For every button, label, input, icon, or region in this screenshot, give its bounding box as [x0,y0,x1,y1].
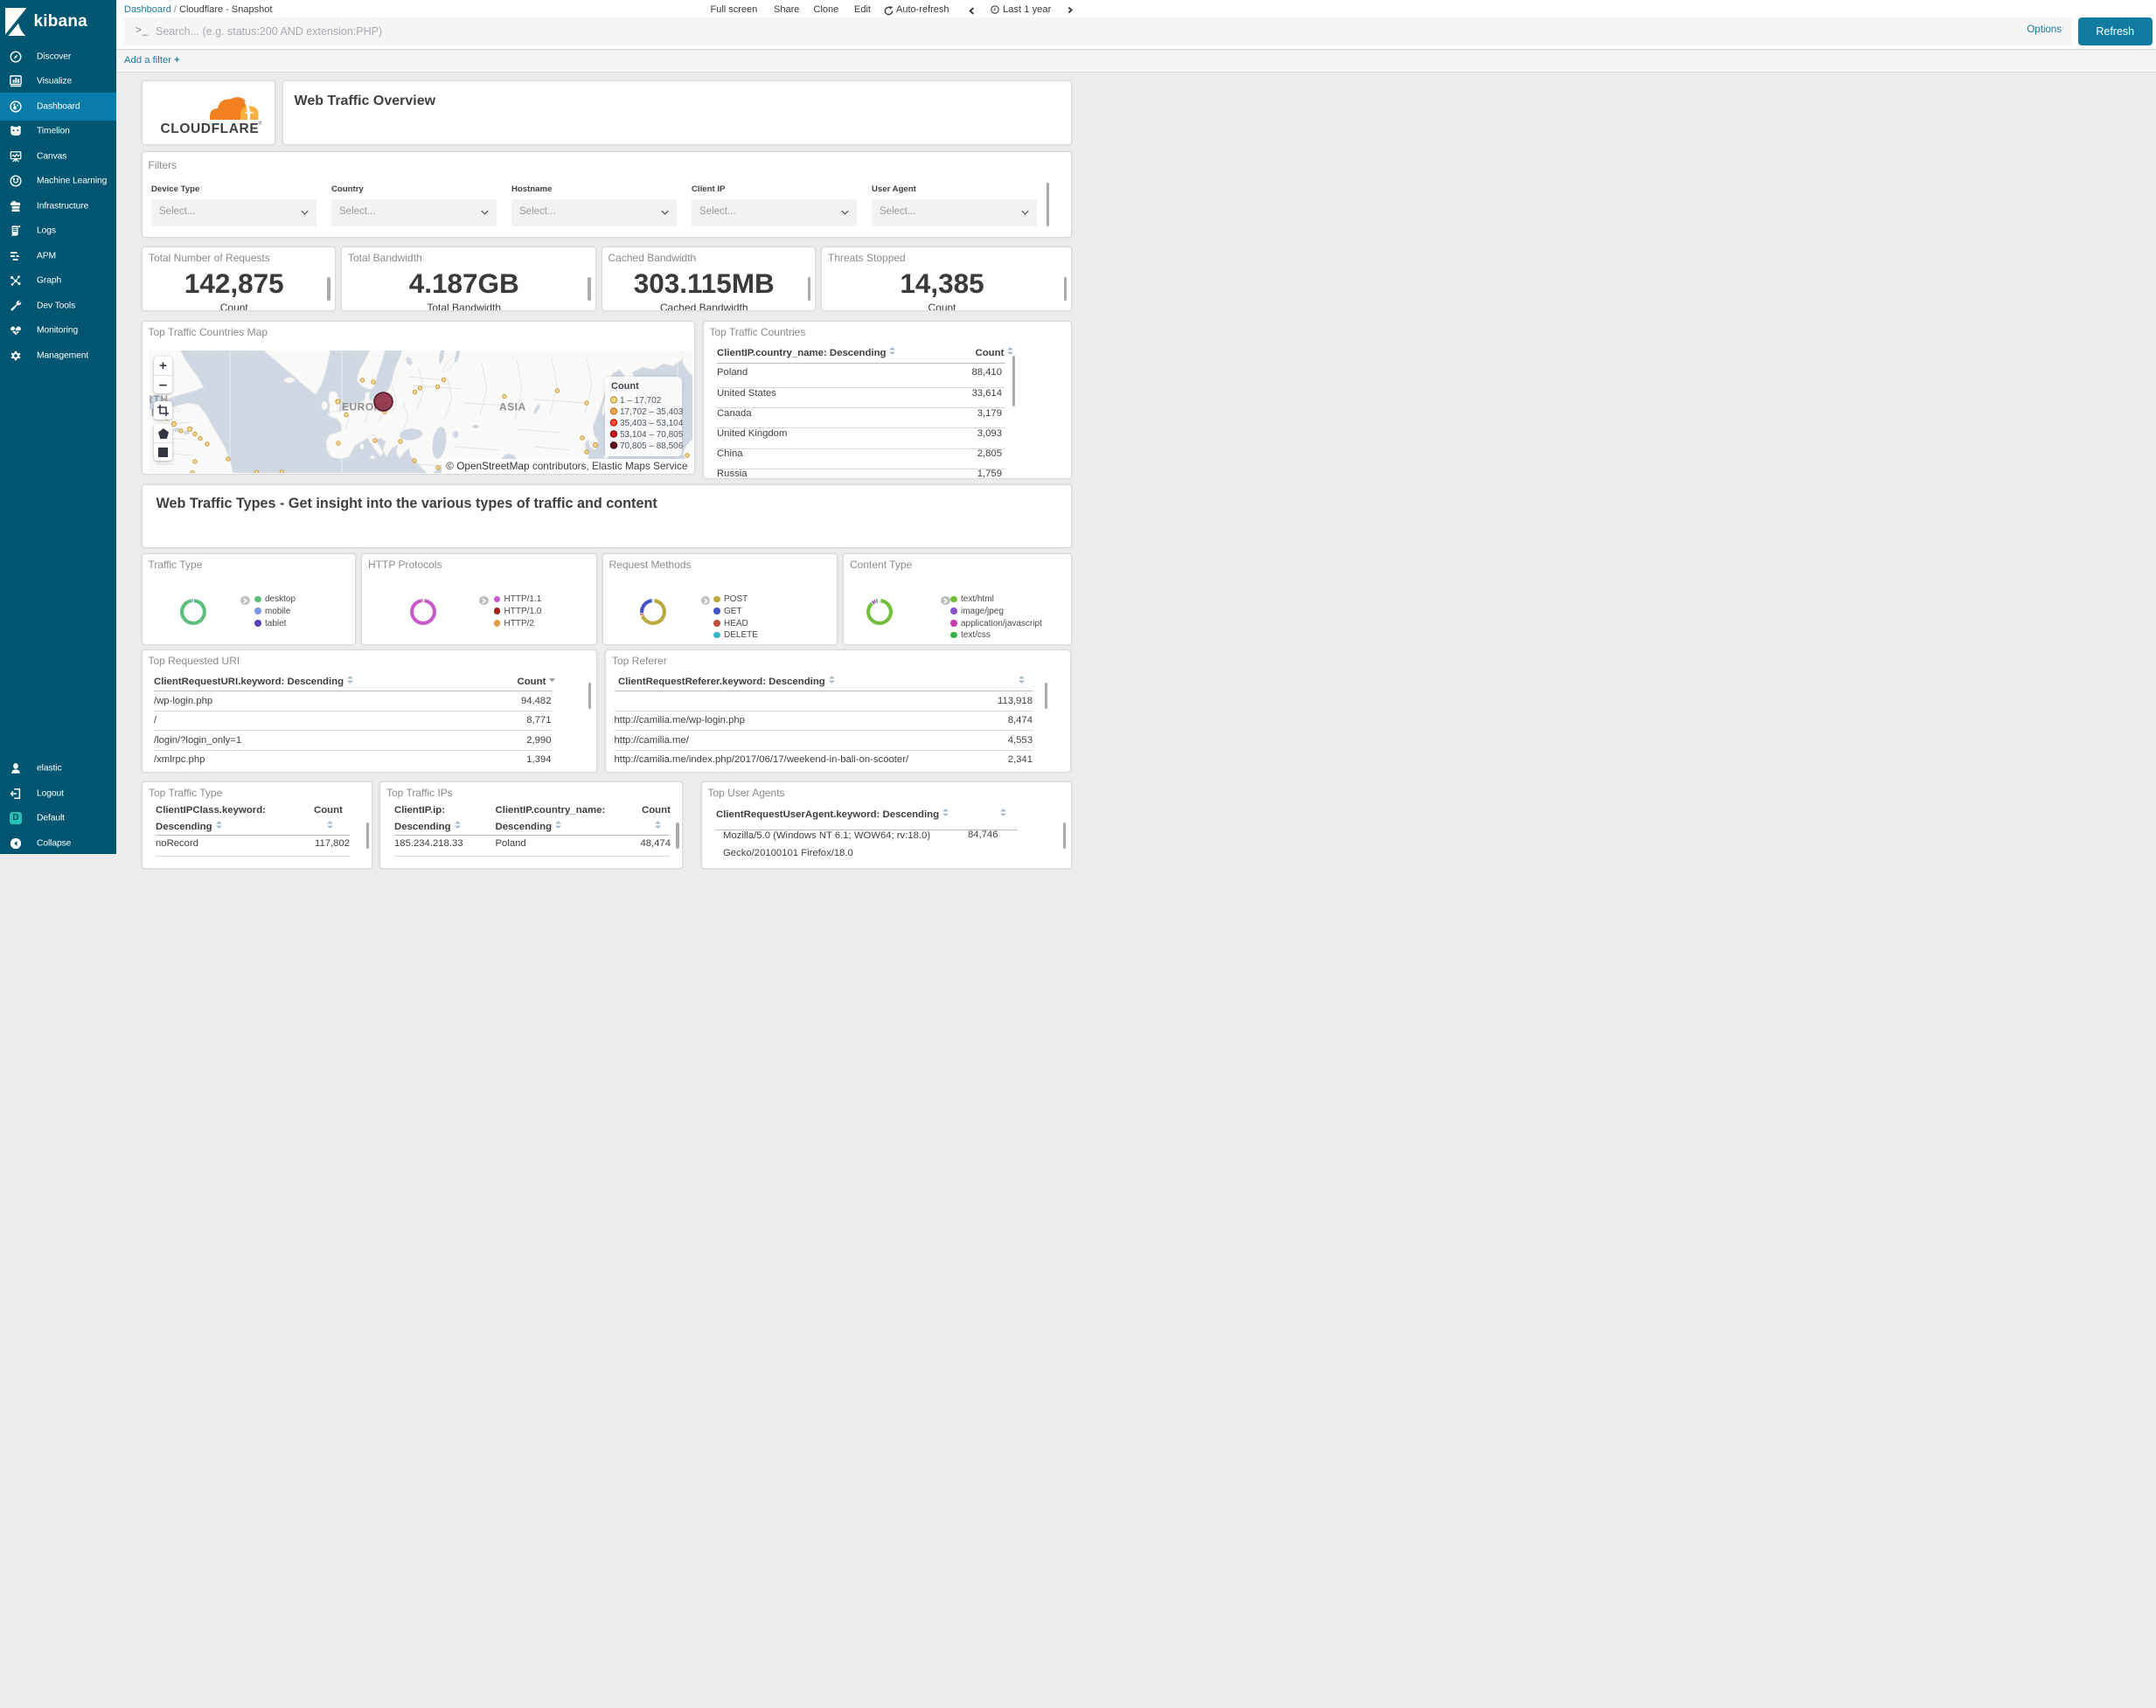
svg-text:ASIA: ASIA [499,400,526,413]
svg-text:CLOUDFLARE: CLOUDFLARE [160,122,259,136]
svg-text:®: ® [258,120,261,126]
